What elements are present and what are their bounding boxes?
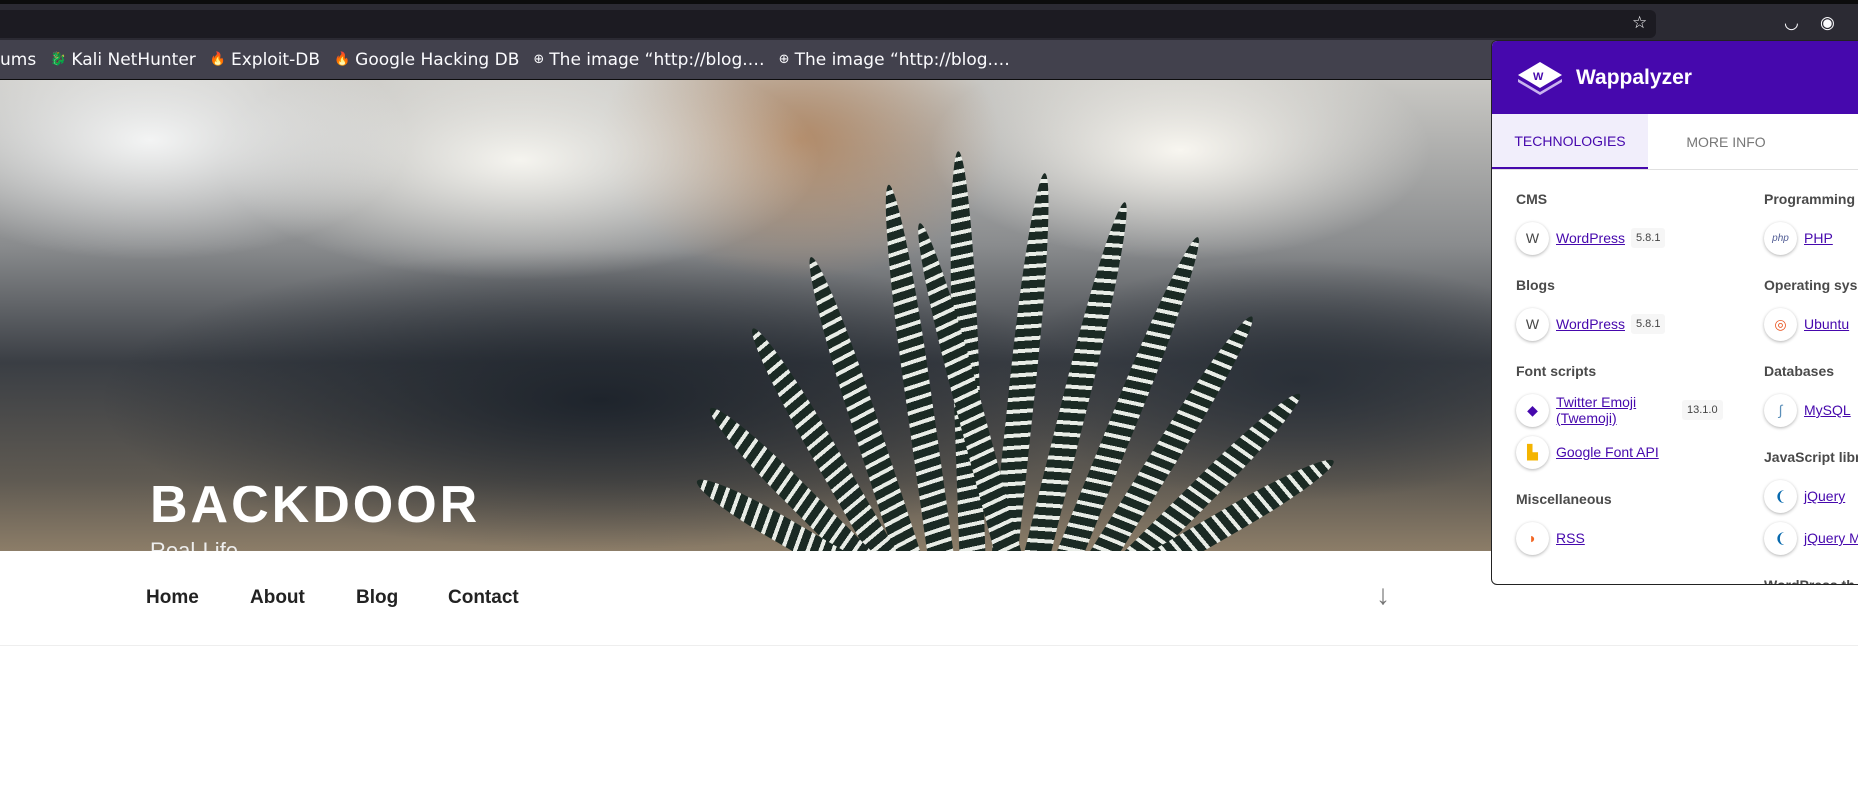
wappalyzer-tabs: TECHNOLOGIES MORE INFO [1492,114,1858,170]
version-badge: 5.8.1 [1630,228,1666,248]
site-description: Real-Life [150,538,239,551]
tab-more-info[interactable]: MORE INFO [1648,114,1804,169]
technology-column-right: Programming php PHP Operating sys ◎ Ubuntu Dat… [1764,191,1858,585]
bookmark-item[interactable]: 🔥 Google Hacking DB [334,50,519,70]
nav-contact[interactable]: Contact [448,587,519,609]
technology-link[interactable]: RSS [1556,530,1585,546]
scroll-down-arrow-icon[interactable]: ↓ [1376,579,1390,611]
exploit-db-icon: 🔥 [333,52,351,67]
technology-link[interactable]: WordPress [1556,316,1625,332]
technology-item: ▙ Google Font API [1516,435,1746,469]
technology-column-left: CMS W WordPress 5.8.1 Blogs W WordPress 5.8.1 Fo… [1516,191,1746,577]
jquery-icon: ❨ [1764,479,1797,513]
twemoji-icon: ◆ [1516,393,1549,427]
technology-group: Programming php PHP [1764,191,1858,255]
category-heading: Operating sys [1764,277,1858,293]
version-badge: 13.1.0 [1682,400,1723,420]
technology-group: Databases ∫ MySQL [1764,363,1858,427]
rss-icon: ◗ [1516,521,1549,555]
bookmark-star-icon[interactable]: ☆ [1632,13,1647,33]
technology-item: ◎ Ubuntu [1764,307,1858,341]
bookmark-label: Google Hacking DB [355,49,520,70]
globe-icon: ⊕ [533,52,545,67]
technology-item: ◆ Twitter Emoji (Twemoji) 13.1.0 [1516,393,1746,427]
technology-item: php PHP [1764,221,1858,255]
technology-group: Operating sys ◎ Ubuntu [1764,277,1858,341]
category-heading: JavaScript libr [1764,449,1858,465]
technology-group: Font scripts ◆ Twitter Emoji (Twemoji) 13.1… [1516,363,1746,469]
technology-group: Miscellaneous ◗ RSS [1516,491,1746,555]
technology-group: JavaScript libr ❨ jQuery ❨ jQuery M [1764,449,1858,555]
wappalyzer-popup: W Wappalyzer TECHNOLOGIES MORE INFO CMS W… [1491,40,1858,585]
bookmark-label: Kali NetHunter [71,49,196,70]
technology-link[interactable]: WordPress [1556,230,1625,246]
category-heading: Miscellaneous [1516,491,1612,507]
bookmark-label: Exploit-DB [230,49,320,70]
category-heading: Databases [1764,363,1835,379]
bookmark-item[interactable]: ⊕ The image “http://blog.… [533,50,764,70]
technology-group: WordPress th [1764,577,1858,585]
technology-item: W WordPress 5.8.1 [1516,307,1746,341]
bookmark-label: The image “http://blog.… [794,49,1010,70]
category-heading: Blogs [1516,277,1555,293]
category-heading: CMS [1516,191,1548,207]
bookmark-item[interactable]: ⊕ The image “http://blog.… [779,50,1010,70]
technology-link[interactable]: MySQL [1804,402,1851,418]
account-icon[interactable]: ◉ [1820,13,1835,33]
category-heading: WordPress th [1764,577,1855,585]
technology-group: CMS W WordPress 5.8.1 [1516,191,1746,255]
kali-icon: 🐉 [50,52,67,67]
php-icon: php [1764,221,1797,255]
wordpress-icon: W [1516,221,1549,255]
pocket-icon[interactable]: ◡ [1784,13,1799,33]
technology-link[interactable]: jQuery [1804,488,1845,504]
ubuntu-icon: ◎ [1764,307,1797,341]
technology-link[interactable]: Google Font API [1556,444,1659,460]
technology-link[interactable]: PHP [1804,230,1833,246]
wappalyzer-logo-icon: W [1518,61,1562,95]
tab-technologies[interactable]: TECHNOLOGIES [1492,114,1648,169]
exploit-db-icon: 🔥 [209,52,226,67]
technology-link[interactable]: Ubuntu [1804,316,1849,332]
version-badge: 5.8.1 [1630,314,1666,334]
category-heading: Font scripts [1516,363,1597,379]
technology-link[interactable]: Twitter Emoji (Twemoji) [1556,394,1676,426]
technology-item: ❨ jQuery M [1764,521,1858,555]
technology-link[interactable]: jQuery M [1804,530,1858,546]
google-font-icon: ▙ [1516,435,1549,469]
category-heading: Programming [1764,191,1856,207]
mysql-icon: ∫ [1764,393,1797,427]
wappalyzer-title: Wappalyzer [1576,65,1692,89]
bookmark-item[interactable]: 🐉 Kali NetHunter [50,50,196,70]
bookmark-item[interactable]: ums [0,50,36,70]
technology-item: W WordPress 5.8.1 [1516,221,1746,255]
jquery-icon: ❨ [1764,521,1797,555]
technology-item: ❨ jQuery [1764,479,1858,513]
nav-blog[interactable]: Blog [356,587,398,609]
wappalyzer-header: W Wappalyzer [1492,41,1858,114]
nav-about[interactable]: About [250,587,305,609]
bookmark-label: ums [0,49,37,70]
nav-home[interactable]: Home [146,587,199,609]
svg-text:W: W [1533,71,1544,83]
bookmark-label: The image “http://blog.… [549,49,765,70]
wordpress-icon: W [1516,307,1549,341]
globe-icon: ⊕ [778,52,790,67]
url-bar[interactable] [0,10,1656,38]
technology-item: ◗ RSS [1516,521,1746,555]
bookmark-item[interactable]: 🔥 Exploit-DB [210,50,320,70]
technology-item: ∫ MySQL [1764,393,1858,427]
browser-toolbar: ☆ ◡ ◉ [0,0,1858,40]
technology-group: Blogs W WordPress 5.8.1 [1516,277,1746,341]
site-title[interactable]: BACKDOOR [150,475,480,535]
